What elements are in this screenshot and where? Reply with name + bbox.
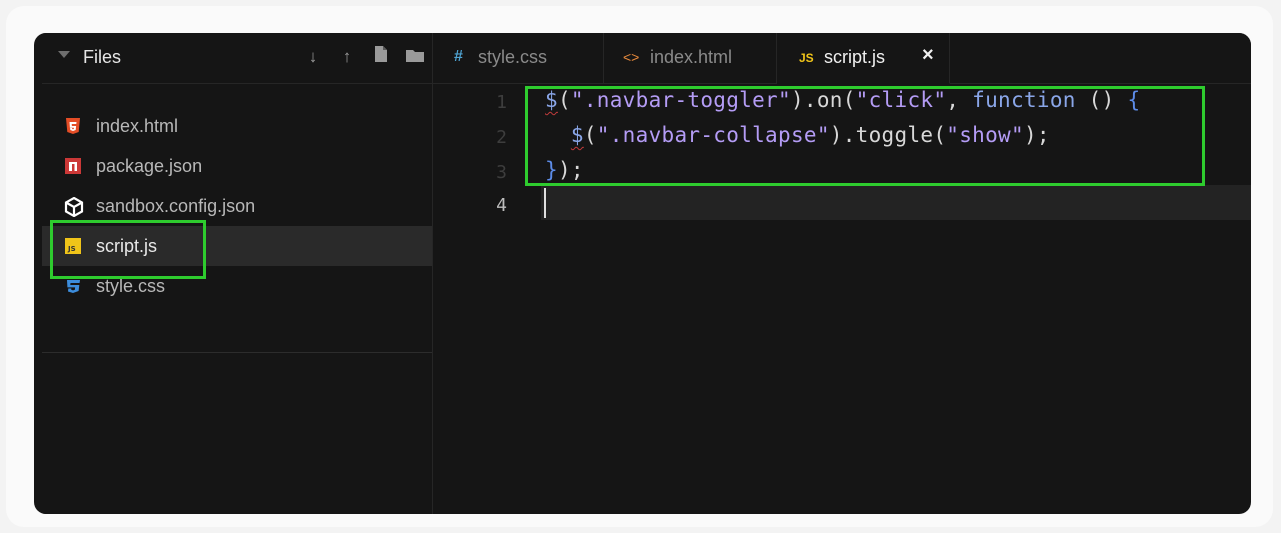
tab-style-css[interactable]: # style.css (433, 33, 604, 83)
file-explorer-title: Files (83, 47, 122, 67)
line-number: 1 (496, 92, 507, 113)
file-explorer: Files ↓ ↑ index.html package.json sandbo… (42, 33, 433, 514)
html5-icon (64, 117, 82, 135)
file-item-script-js[interactable]: JS script.js (42, 226, 432, 266)
file-list: index.html package.json sandbox.config.j… (42, 106, 432, 306)
file-item-style-css[interactable]: style.css (42, 266, 432, 306)
tab-index-html[interactable]: <> index.html (604, 33, 777, 83)
css3-icon (64, 277, 82, 295)
cube-icon (64, 196, 84, 218)
close-icon[interactable]: × (922, 44, 934, 67)
current-line-highlight (541, 185, 1251, 220)
js-icon: JS (64, 237, 82, 255)
line-number: 2 (496, 127, 507, 148)
new-folder-icon[interactable] (404, 45, 426, 69)
tab-label: index.html (650, 47, 733, 67)
js-icon: JS (799, 51, 814, 65)
line-number: 4 (496, 195, 507, 216)
file-label: sandbox.config.json (96, 196, 256, 216)
code-line[interactable]: $(".navbar-toggler").on("click", functio… (545, 88, 1140, 112)
code-editor[interactable]: 1 2 3 4 $(".navbar-toggler").on("click",… (433, 84, 1251, 514)
tab-label: script.js (824, 47, 886, 67)
editor-tab-bar: # style.css <> index.html JS script.js × (433, 33, 1251, 84)
file-explorer-header: Files ↓ ↑ (42, 33, 432, 84)
file-item-package-json[interactable]: package.json (42, 146, 432, 186)
arrow-up-icon[interactable]: ↑ (336, 45, 358, 69)
npm-icon (64, 157, 82, 175)
line-number: 3 (496, 162, 507, 183)
file-label: package.json (96, 156, 203, 176)
new-file-icon[interactable] (370, 45, 392, 69)
file-label: style.css (96, 276, 166, 296)
code-editor-window: Files ↓ ↑ index.html package.json sandbo… (34, 33, 1251, 514)
arrow-down-icon[interactable]: ↓ (302, 45, 324, 69)
hash-icon: # (454, 48, 463, 65)
text-cursor (544, 188, 546, 218)
sidebar-divider (42, 352, 432, 353)
file-item-index-html[interactable]: index.html (42, 106, 432, 146)
svg-text:JS: JS (67, 245, 76, 253)
tab-label: style.css (478, 47, 548, 67)
code-line[interactable]: }); (545, 158, 584, 182)
file-item-sandbox-config-json[interactable]: sandbox.config.json (42, 186, 432, 226)
code-line[interactable]: $(".navbar-collapse").toggle("show"); (545, 123, 1050, 147)
file-label: index.html (96, 116, 179, 136)
file-label: script.js (96, 236, 158, 256)
code-brackets-icon: <> (623, 49, 640, 65)
collapse-caret-icon[interactable] (58, 51, 70, 58)
tab-script-js[interactable]: JS script.js × (777, 33, 950, 84)
